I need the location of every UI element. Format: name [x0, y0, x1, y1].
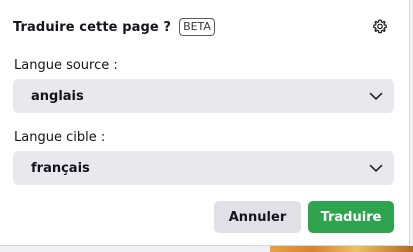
target-language-value: français: [31, 160, 90, 176]
panel-header: Traduire cette page ? BETA: [13, 15, 396, 39]
target-language-label: Langue cible :: [14, 130, 106, 145]
settings-button[interactable]: [370, 17, 390, 37]
beta-badge: BETA: [179, 18, 215, 36]
target-language-select[interactable]: français: [13, 151, 394, 185]
translate-button[interactable]: Traduire: [308, 201, 394, 233]
panel-title: Traduire cette page ?: [13, 19, 172, 35]
chevron-down-icon: [369, 164, 383, 172]
source-language-label: Langue source :: [14, 58, 118, 73]
cancel-button[interactable]: Annuler: [214, 201, 301, 233]
source-language-value: anglais: [31, 88, 84, 104]
gear-icon: [373, 19, 387, 34]
source-language-select[interactable]: anglais: [13, 79, 394, 113]
chevron-down-icon: [369, 92, 383, 100]
page-backdrop: [270, 246, 413, 252]
translation-panel: Traduire cette page ? BETA Langue source…: [0, 0, 410, 246]
